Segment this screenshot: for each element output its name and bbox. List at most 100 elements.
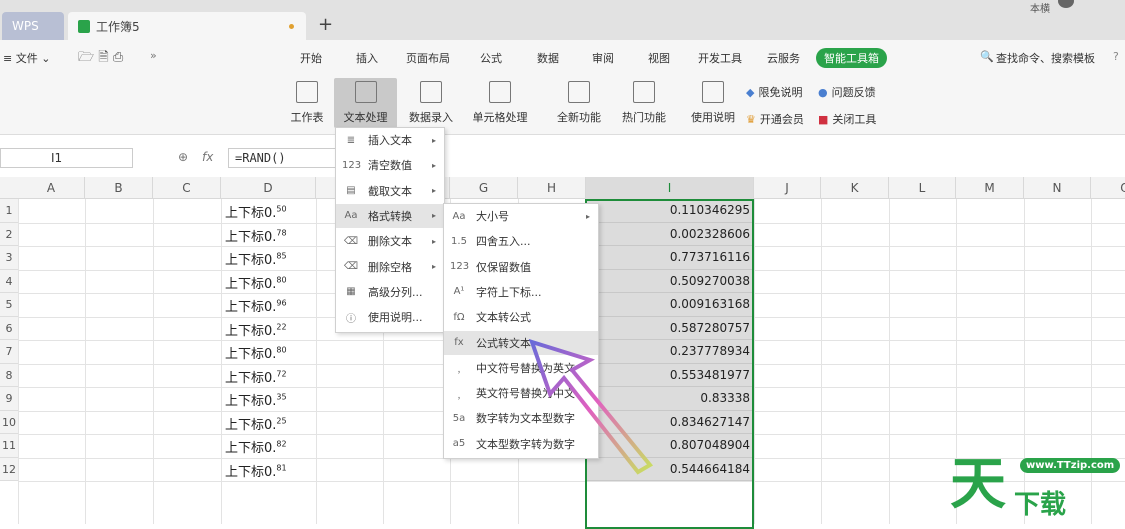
cell-D11[interactable]: 上下标0.82	[225, 437, 287, 456]
menu-item-icon: Aa	[452, 210, 466, 222]
cell-value: 0.	[264, 441, 277, 456]
question-icon: ●	[818, 85, 828, 99]
row-header[interactable]: 2	[0, 222, 18, 246]
cell-text: 上下标	[225, 394, 265, 409]
cell-D1[interactable]: 上下标0.50	[225, 202, 287, 221]
tab-workbook[interactable]: 工作簿5	[68, 12, 306, 40]
tab-data[interactable]: 数据	[537, 50, 559, 66]
tab-formula[interactable]: 公式	[480, 50, 502, 66]
usage-guide-button[interactable]: 使用说明	[688, 78, 738, 128]
new-tab-button[interactable]: +	[318, 14, 333, 35]
user-name[interactable]: 本横	[1030, 0, 1050, 15]
tab-developer[interactable]: 开发工具	[698, 50, 742, 66]
row-header[interactable]: 10	[0, 410, 18, 434]
cell-value: 0.	[264, 276, 277, 292]
row-header[interactable]: 5	[0, 293, 18, 317]
membership-button[interactable]: ♛ 开通会员	[746, 111, 804, 127]
menu-item[interactable]: 1.5 四舍五入...	[444, 229, 598, 253]
search-icon[interactable]: 🔍	[980, 50, 994, 63]
menu-item[interactable]: ≣ 插入文本 ▸	[336, 128, 444, 152]
text-processing-button[interactable]: 文本处理	[334, 78, 397, 128]
menu-item-icon: fΩ	[453, 311, 465, 323]
tab-page-layout[interactable]: 页面布局	[406, 50, 450, 66]
quick-access-icons[interactable]: 🗁 🗎 ⎙	[78, 48, 123, 70]
worksheet-button[interactable]: 工作表	[283, 78, 331, 128]
help-icon[interactable]: ?	[1113, 50, 1119, 63]
tab-view[interactable]: 视图	[648, 50, 670, 66]
more-icon[interactable]: »	[150, 49, 157, 62]
menu-item[interactable]: A¹ 字符上下标...	[444, 280, 598, 304]
close-icon: ■	[818, 112, 829, 126]
column-header-A[interactable]: A	[18, 177, 85, 199]
row-header[interactable]: 7	[0, 340, 18, 364]
row-header[interactable]: 3	[0, 246, 18, 270]
menu-item-label: 截取文本	[368, 184, 412, 198]
row-header[interactable]: 1	[0, 199, 18, 223]
cell-D5[interactable]: 上下标0.96	[225, 296, 287, 315]
row-header[interactable]: 8	[0, 363, 18, 387]
column-header-J[interactable]: J	[754, 177, 821, 199]
file-menu[interactable]: ≡ 文件 ⌄	[3, 50, 50, 66]
column-header-M[interactable]: M	[956, 177, 1024, 199]
tab-start[interactable]: 开始	[300, 50, 322, 66]
cell-D9[interactable]: 上下标0.35	[225, 390, 287, 409]
cell-processing-button[interactable]: 单元格处理	[465, 78, 535, 128]
column-header-D[interactable]: D	[221, 177, 316, 199]
menu-item[interactable]: Aa 大小号 ▸	[444, 204, 598, 228]
menu-item-label: 四舍五入...	[476, 235, 531, 249]
menu-item[interactable]: 123 清空数值 ▸	[336, 153, 444, 177]
tab-cloud[interactable]: 云服务	[767, 50, 800, 66]
column-header-K[interactable]: K	[821, 177, 889, 199]
cell-D4[interactable]: 上下标0.80	[225, 273, 287, 292]
data-entry-button[interactable]: 数据录入	[400, 78, 462, 128]
menu-item-label: 格式转换	[368, 209, 412, 223]
row-header[interactable]: 11	[0, 434, 18, 458]
menu-item[interactable]: ⌫ 删除空格 ▸	[336, 255, 444, 279]
column-header-I[interactable]: I	[586, 177, 754, 199]
tab-review[interactable]: 审阅	[592, 50, 614, 66]
worksheet-icon	[296, 81, 318, 103]
menu-item[interactable]: ▦ 高级分列...	[336, 280, 444, 304]
cell-value: 0.	[264, 229, 277, 245]
search-command[interactable]: 查找命令、搜索模板	[996, 50, 1095, 66]
close-tool-button[interactable]: ■ 关闭工具	[818, 111, 876, 127]
feedback-button[interactable]: ● 问题反馈	[818, 84, 876, 100]
column-header-B[interactable]: B	[85, 177, 153, 199]
row-header[interactable]: 9	[0, 387, 18, 411]
column-header-G[interactable]: G	[450, 177, 518, 199]
tab-smart-toolbox[interactable]: 智能工具箱	[816, 48, 887, 68]
fx-button[interactable]: fx	[202, 150, 213, 164]
column-header-H[interactable]: H	[518, 177, 586, 199]
label: 问题反馈	[831, 86, 876, 99]
menu-item[interactable]: ⓘ 使用说明...	[336, 305, 444, 329]
name-box[interactable]: I1	[0, 148, 133, 168]
menu-item[interactable]: ⌫ 删除文本 ▸	[336, 229, 444, 253]
menu-item[interactable]: ▤ 截取文本 ▸	[336, 179, 444, 203]
cell-D3[interactable]: 上下标0.85	[225, 249, 287, 268]
column-header-O[interactable]: O	[1091, 177, 1125, 199]
column-header-C[interactable]: C	[153, 177, 221, 199]
new-features-button[interactable]: 全新功能	[550, 78, 608, 128]
tab-wps[interactable]: WPS	[2, 12, 64, 40]
row-header[interactable]: 6	[0, 316, 18, 340]
row-header[interactable]: 4	[0, 269, 18, 293]
cell-D2[interactable]: 上下标0.78	[225, 226, 287, 245]
cell-text: 上下标	[225, 229, 265, 245]
cell-D7[interactable]: 上下标0.80	[225, 343, 287, 362]
cell-D6[interactable]: 上下标0.22	[225, 320, 287, 338]
column-header-L[interactable]: L	[889, 177, 956, 199]
cell-D8[interactable]: 上下标0.72	[225, 367, 287, 385]
menu-item[interactable]: 123 仅保留数值	[444, 255, 598, 279]
hot-features-button[interactable]: 热门功能	[614, 78, 674, 128]
zoom-icon[interactable]: ⊕	[178, 150, 188, 164]
tab-insert[interactable]: 插入	[356, 50, 378, 66]
column-header-N[interactable]: N	[1024, 177, 1091, 199]
grid-line	[889, 199, 890, 524]
row-header[interactable]: 12	[0, 457, 18, 481]
free-info-button[interactable]: ◆ 限免说明	[746, 84, 802, 100]
submenu-arrow-icon: ▸	[431, 211, 436, 221]
cell-D12[interactable]: 上下标0.81	[225, 461, 287, 479]
menu-item[interactable]: Aa 格式转换 ▸	[336, 203, 444, 228]
menu-item[interactable]: fΩ 文本转公式	[444, 305, 598, 329]
cell-D10[interactable]: 上下标0.25	[225, 414, 287, 432]
